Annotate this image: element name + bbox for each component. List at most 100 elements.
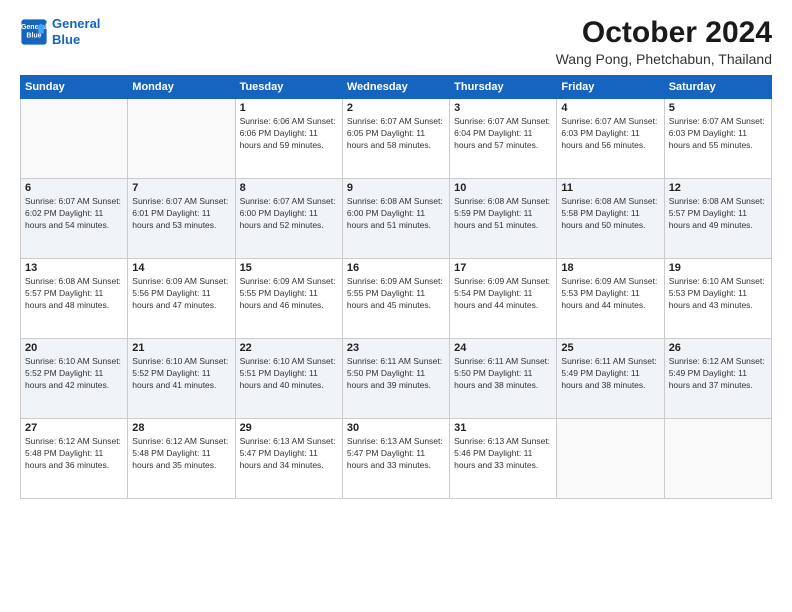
logo-text: General Blue [52,16,100,47]
day-info: Sunrise: 6:10 AM Sunset: 5:53 PM Dayligh… [669,276,767,312]
day-number: 7 [132,182,230,194]
day-info: Sunrise: 6:09 AM Sunset: 5:55 PM Dayligh… [240,276,338,312]
calendar-cell: 12 Sunrise: 6:08 AM Sunset: 5:57 PM Dayli… [664,179,771,259]
calendar-cell: 28 Sunrise: 6:12 AM Sunset: 5:48 PM Dayli… [128,419,235,499]
header-saturday: Saturday [664,76,771,99]
header-thursday: Thursday [450,76,557,99]
header-monday: Monday [128,76,235,99]
day-info: Sunrise: 6:07 AM Sunset: 6:03 PM Dayligh… [669,116,767,152]
day-number: 21 [132,342,230,354]
day-info: Sunrise: 6:07 AM Sunset: 6:04 PM Dayligh… [454,116,552,152]
day-number: 2 [347,102,445,114]
day-info: Sunrise: 6:09 AM Sunset: 5:54 PM Dayligh… [454,276,552,312]
calendar-cell: 18Sunrise: 6:09 AM Sunset: 5:53 PM Dayli… [557,259,664,339]
calendar-cell [21,99,128,179]
calendar: Sunday Monday Tuesday Wednesday Thursday… [20,75,772,499]
calendar-cell: 8Sunrise: 6:07 AM Sunset: 6:00 PM Daylig… [235,179,342,259]
logo-line2: Blue [52,32,80,47]
day-info: Sunrise: 6:11 AM Sunset: 5:50 PM Dayligh… [347,356,445,392]
header-friday: Friday [557,76,664,99]
day-number: 12 [669,182,767,194]
header-tuesday: Tuesday [235,76,342,99]
page: General Blue General Blue October 2024 W… [0,0,792,612]
day-info: Sunrise: 6:06 AM Sunset: 6:06 PM Dayligh… [240,116,338,152]
calendar-cell: 2Sunrise: 6:07 AM Sunset: 6:05 PM Daylig… [342,99,449,179]
day-number: 4 [561,102,659,114]
day-info: Sunrise: 6:10 AM Sunset: 5:52 PM Dayligh… [25,356,123,392]
day-info: Sunrise: 6:08 AM Sunset: 5:57 PM Dayligh… [25,276,123,312]
day-info: Sunrise: 6:09 AM Sunset: 5:53 PM Dayligh… [561,276,659,312]
calendar-cell: 7Sunrise: 6:07 AM Sunset: 6:01 PM Daylig… [128,179,235,259]
calendar-cell: 29Sunrise: 6:13 AM Sunset: 5:47 PM Dayli… [235,419,342,499]
day-info: Sunrise: 6:12 AM Sunset: 5:48 PM Dayligh… [132,436,230,472]
calendar-cell: 30Sunrise: 6:13 AM Sunset: 5:47 PM Dayli… [342,419,449,499]
calendar-week-row: 1Sunrise: 6:06 AM Sunset: 6:06 PM Daylig… [21,99,772,179]
calendar-cell: 19 Sunrise: 6:10 AM Sunset: 5:53 PM Dayli… [664,259,771,339]
calendar-cell [128,99,235,179]
calendar-week-row: 27 Sunrise: 6:12 AM Sunset: 5:48 PM Dayli… [21,419,772,499]
day-number: 22 [240,342,338,354]
calendar-cell: 1Sunrise: 6:06 AM Sunset: 6:06 PM Daylig… [235,99,342,179]
calendar-cell: 5Sunrise: 6:07 AM Sunset: 6:03 PM Daylig… [664,99,771,179]
calendar-cell: 20 Sunrise: 6:10 AM Sunset: 5:52 PM Dayli… [21,339,128,419]
day-number: 9 [347,182,445,194]
calendar-cell: 3Sunrise: 6:07 AM Sunset: 6:04 PM Daylig… [450,99,557,179]
location-title: Wang Pong, Phetchabun, Thailand [556,51,772,67]
logo-icon: General Blue [20,18,48,46]
day-number: 26 [669,342,767,354]
day-number: 13 [25,262,123,274]
day-info: Sunrise: 6:08 AM Sunset: 5:59 PM Dayligh… [454,196,552,232]
header-sunday: Sunday [21,76,128,99]
day-number: 28 [132,422,230,434]
logo-line1: General [52,16,100,31]
day-info: Sunrise: 6:07 AM Sunset: 6:02 PM Dayligh… [25,196,123,232]
day-info: Sunrise: 6:10 AM Sunset: 5:52 PM Dayligh… [132,356,230,392]
day-number: 16 [347,262,445,274]
calendar-week-row: 13 Sunrise: 6:08 AM Sunset: 5:57 PM Dayli… [21,259,772,339]
calendar-cell: 27 Sunrise: 6:12 AM Sunset: 5:48 PM Dayli… [21,419,128,499]
calendar-cell: 26 Sunrise: 6:12 AM Sunset: 5:49 PM Dayli… [664,339,771,419]
day-info: Sunrise: 6:12 AM Sunset: 5:49 PM Dayligh… [669,356,767,392]
day-info: Sunrise: 6:10 AM Sunset: 5:51 PM Dayligh… [240,356,338,392]
day-info: Sunrise: 6:12 AM Sunset: 5:48 PM Dayligh… [25,436,123,472]
calendar-cell [557,419,664,499]
day-number: 6 [25,182,123,194]
day-number: 20 [25,342,123,354]
day-info: Sunrise: 6:09 AM Sunset: 5:56 PM Dayligh… [132,276,230,312]
calendar-header-row: Sunday Monday Tuesday Wednesday Thursday… [21,76,772,99]
day-number: 25 [561,342,659,354]
day-info: Sunrise: 6:11 AM Sunset: 5:49 PM Dayligh… [561,356,659,392]
calendar-cell: 10Sunrise: 6:08 AM Sunset: 5:59 PM Dayli… [450,179,557,259]
calendar-cell: 31 Sunrise: 6:13 AM Sunset: 5:46 PM Dayli… [450,419,557,499]
calendar-cell: 24Sunrise: 6:11 AM Sunset: 5:50 PM Dayli… [450,339,557,419]
calendar-cell: 4 Sunrise: 6:07 AM Sunset: 6:03 PM Daylig… [557,99,664,179]
calendar-cell: 11Sunrise: 6:08 AM Sunset: 5:58 PM Dayli… [557,179,664,259]
calendar-cell: 16 Sunrise: 6:09 AM Sunset: 5:55 PM Dayli… [342,259,449,339]
day-number: 14 [132,262,230,274]
day-number: 31 [454,422,552,434]
day-number: 27 [25,422,123,434]
day-info: Sunrise: 6:08 AM Sunset: 5:57 PM Dayligh… [669,196,767,232]
calendar-cell: 25 Sunrise: 6:11 AM Sunset: 5:49 PM Dayli… [557,339,664,419]
day-number: 29 [240,422,338,434]
calendar-cell: 14 Sunrise: 6:09 AM Sunset: 5:56 PM Dayli… [128,259,235,339]
calendar-cell: 23Sunrise: 6:11 AM Sunset: 5:50 PM Dayli… [342,339,449,419]
day-number: 11 [561,182,659,194]
day-info: Sunrise: 6:07 AM Sunset: 6:03 PM Dayligh… [561,116,659,152]
calendar-week-row: 20 Sunrise: 6:10 AM Sunset: 5:52 PM Dayli… [21,339,772,419]
day-info: Sunrise: 6:13 AM Sunset: 5:46 PM Dayligh… [454,436,552,472]
day-number: 17 [454,262,552,274]
calendar-cell [664,419,771,499]
day-number: 19 [669,262,767,274]
day-number: 24 [454,342,552,354]
calendar-cell: 9Sunrise: 6:08 AM Sunset: 6:00 PM Daylig… [342,179,449,259]
day-number: 15 [240,262,338,274]
calendar-cell: 21 Sunrise: 6:10 AM Sunset: 5:52 PM Dayli… [128,339,235,419]
calendar-cell: 22 Sunrise: 6:10 AM Sunset: 5:51 PM Dayli… [235,339,342,419]
logo: General Blue General Blue [20,16,100,47]
svg-text:Blue: Blue [26,32,41,39]
day-info: Sunrise: 6:09 AM Sunset: 5:55 PM Dayligh… [347,276,445,312]
day-info: Sunrise: 6:13 AM Sunset: 5:47 PM Dayligh… [347,436,445,472]
header: General Blue General Blue October 2024 W… [20,16,772,67]
header-wednesday: Wednesday [342,76,449,99]
